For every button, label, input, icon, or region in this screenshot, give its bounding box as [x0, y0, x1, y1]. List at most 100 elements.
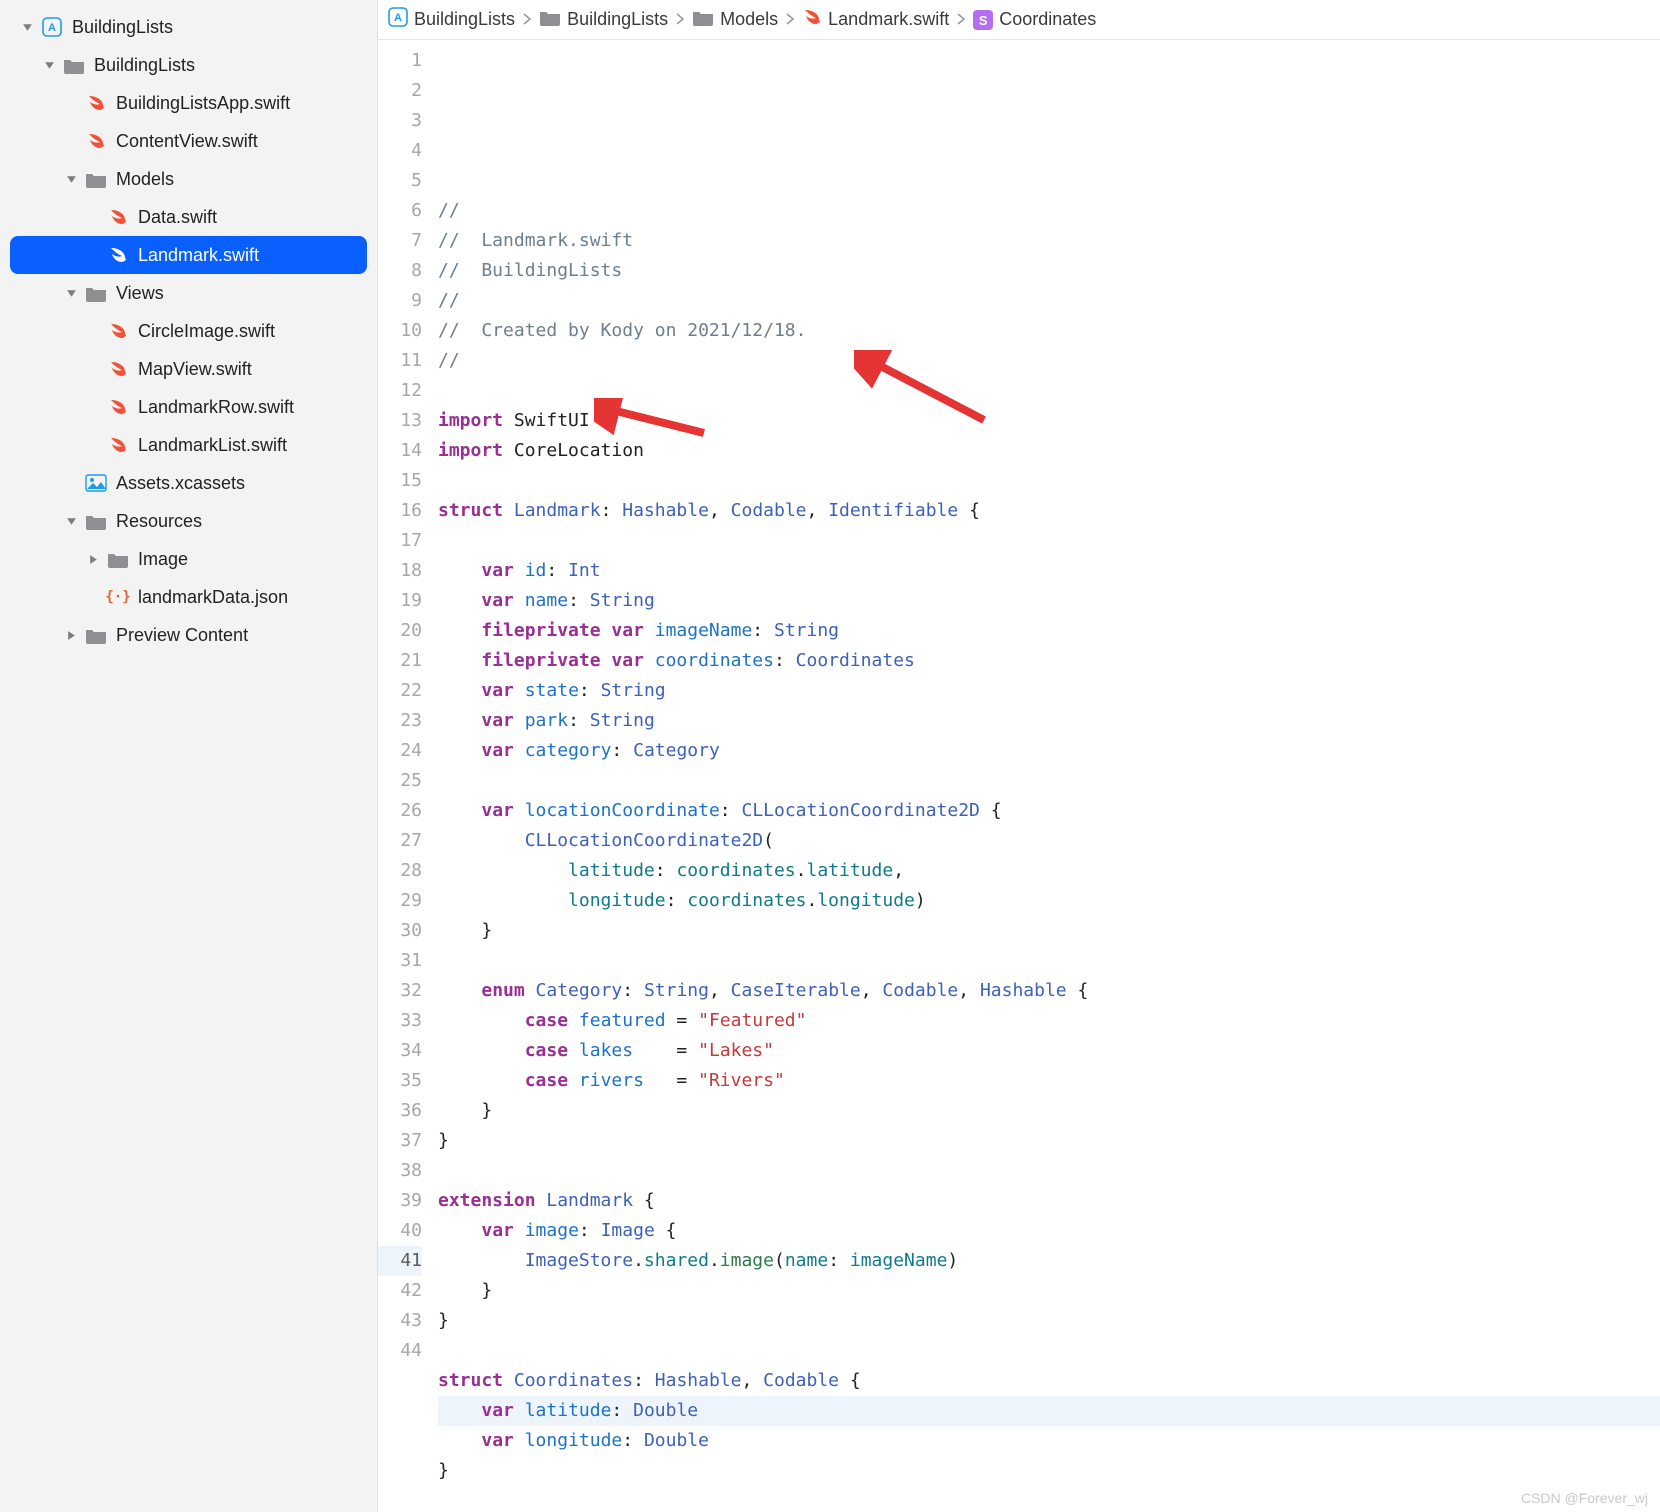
- file-tree-item-label: BuildingLists: [94, 55, 195, 76]
- breadcrumb-item[interactable]: BuildingLists: [539, 8, 668, 31]
- file-navigator[interactable]: ABuildingListsBuildingListsBuildingLists…: [0, 0, 378, 1512]
- code-line[interactable]: CLLocationCoordinate2D(: [438, 826, 1660, 856]
- code-line[interactable]: case lakes = "Lakes": [438, 1036, 1660, 1066]
- line-number: 35: [378, 1066, 422, 1096]
- breadcrumb-item[interactable]: Models: [692, 8, 778, 31]
- code-line[interactable]: var name: String: [438, 586, 1660, 616]
- code-line[interactable]: }: [438, 1306, 1660, 1336]
- code-line[interactable]: [438, 1156, 1660, 1186]
- breadcrumb-item[interactable]: SCoordinates: [973, 9, 1096, 31]
- code-line[interactable]: latitude: coordinates.latitude,: [438, 856, 1660, 886]
- file-tree-item[interactable]: ContentView.swift: [0, 122, 377, 160]
- code-line[interactable]: var category: Category: [438, 736, 1660, 766]
- code-line[interactable]: }: [438, 916, 1660, 946]
- file-tree-item[interactable]: Data.swift: [0, 198, 377, 236]
- file-tree-item[interactable]: ABuildingLists: [0, 8, 377, 46]
- code-line[interactable]: import SwiftUI: [438, 406, 1660, 436]
- line-number: 10: [378, 316, 422, 346]
- code-line[interactable]: //: [438, 196, 1660, 226]
- code-line[interactable]: }: [438, 1276, 1660, 1306]
- breadcrumb-item[interactable]: Landmark.swift: [802, 7, 949, 32]
- code-line[interactable]: [438, 526, 1660, 556]
- code-line[interactable]: extension Landmark {: [438, 1186, 1660, 1216]
- breadcrumb-bar[interactable]: A BuildingLists BuildingLists Models Landmar…: [378, 0, 1660, 40]
- file-tree-item[interactable]: MapView.swift: [0, 350, 377, 388]
- code-line[interactable]: }: [438, 1126, 1660, 1156]
- disclosure-chevron-icon[interactable]: [64, 286, 78, 300]
- code-line[interactable]: var state: String: [438, 676, 1660, 706]
- line-number: 23: [378, 706, 422, 736]
- file-tree-item[interactable]: Views: [0, 274, 377, 312]
- code-line[interactable]: var image: Image {: [438, 1216, 1660, 1246]
- code-line[interactable]: }: [438, 1096, 1660, 1126]
- file-tree-item[interactable]: {·}landmarkData.json: [0, 578, 377, 616]
- disclosure-chevron-icon: [86, 210, 100, 224]
- disclosure-chevron-icon[interactable]: [42, 58, 56, 72]
- line-number: 41: [378, 1246, 422, 1276]
- code-line[interactable]: }: [438, 1456, 1660, 1486]
- code-line[interactable]: //: [438, 346, 1660, 376]
- code-line[interactable]: //: [438, 286, 1660, 316]
- file-tree-item[interactable]: Resources: [0, 502, 377, 540]
- code-line[interactable]: // Created by Kody on 2021/12/18.: [438, 316, 1660, 346]
- code-line[interactable]: [438, 1486, 1660, 1512]
- file-tree-item[interactable]: BuildingLists: [0, 46, 377, 84]
- file-tree-item[interactable]: Models: [0, 160, 377, 198]
- disclosure-chevron-icon[interactable]: [64, 514, 78, 528]
- breadcrumb-item[interactable]: A BuildingLists: [388, 7, 515, 32]
- disclosure-chevron-icon[interactable]: [64, 628, 78, 642]
- code-line[interactable]: fileprivate var coordinates: Coordinates: [438, 646, 1660, 676]
- code-line[interactable]: ImageStore.shared.image(name: imageName): [438, 1246, 1660, 1276]
- file-tree-item[interactable]: Preview Content: [0, 616, 377, 654]
- code-line[interactable]: var id: Int: [438, 556, 1660, 586]
- code-line[interactable]: struct Landmark: Hashable, Codable, Iden…: [438, 496, 1660, 526]
- file-tree-item[interactable]: LandmarkRow.swift: [0, 388, 377, 426]
- disclosure-chevron-icon: [86, 590, 100, 604]
- file-tree-item[interactable]: LandmarkList.swift: [0, 426, 377, 464]
- file-tree-item[interactable]: Landmark.swift: [10, 236, 367, 274]
- code-line[interactable]: struct Coordinates: Hashable, Codable {: [438, 1366, 1660, 1396]
- code-line[interactable]: var locationCoordinate: CLLocationCoordi…: [438, 796, 1660, 826]
- line-number: 6: [378, 196, 422, 226]
- code-line[interactable]: // BuildingLists: [438, 256, 1660, 286]
- code-line[interactable]: // Landmark.swift: [438, 226, 1660, 256]
- code-line[interactable]: longitude: coordinates.longitude): [438, 886, 1660, 916]
- swift-icon: [106, 205, 130, 229]
- code-line[interactable]: import CoreLocation: [438, 436, 1660, 466]
- line-number: 8: [378, 256, 422, 286]
- svg-text:A: A: [394, 12, 402, 24]
- line-number: 40: [378, 1216, 422, 1246]
- file-tree-item[interactable]: Image: [0, 540, 377, 578]
- code-content[interactable]: //// Landmark.swift// BuildingLists//// …: [434, 40, 1660, 1512]
- code-line[interactable]: [438, 466, 1660, 496]
- breadcrumb-label: BuildingLists: [414, 9, 515, 30]
- file-tree-item-label: MapView.swift: [138, 359, 252, 380]
- swift-icon: [802, 7, 822, 32]
- disclosure-chevron-icon: [86, 400, 100, 414]
- code-line[interactable]: [438, 766, 1660, 796]
- code-line[interactable]: fileprivate var imageName: String: [438, 616, 1660, 646]
- swift-icon: [106, 395, 130, 419]
- code-line[interactable]: var longitude: Double: [438, 1426, 1660, 1456]
- disclosure-chevron-icon[interactable]: [20, 20, 34, 34]
- code-line[interactable]: case featured = "Featured": [438, 1006, 1660, 1036]
- disclosure-chevron-icon[interactable]: [64, 172, 78, 186]
- code-line[interactable]: enum Category: String, CaseIterable, Cod…: [438, 976, 1660, 1006]
- disclosure-chevron-icon: [64, 96, 78, 110]
- file-tree-item[interactable]: Assets.xcassets: [0, 464, 377, 502]
- disclosure-chevron-icon[interactable]: [86, 552, 100, 566]
- file-tree-item[interactable]: CircleImage.swift: [0, 312, 377, 350]
- code-line[interactable]: var park: String: [438, 706, 1660, 736]
- line-number: 20: [378, 616, 422, 646]
- code-line[interactable]: case rivers = "Rivers": [438, 1066, 1660, 1096]
- line-number: 44: [378, 1336, 422, 1366]
- code-line[interactable]: [438, 946, 1660, 976]
- assets-icon: [84, 471, 108, 495]
- code-line[interactable]: var latitude: Double: [438, 1396, 1660, 1426]
- file-tree-item[interactable]: BuildingListsApp.swift: [0, 84, 377, 122]
- file-tree-item-label: BuildingLists: [72, 17, 173, 38]
- code-line[interactable]: [438, 1336, 1660, 1366]
- folder-icon: [106, 547, 130, 571]
- code-editor[interactable]: 1234567891011121314151617181920212223242…: [378, 40, 1660, 1512]
- code-line[interactable]: [438, 376, 1660, 406]
